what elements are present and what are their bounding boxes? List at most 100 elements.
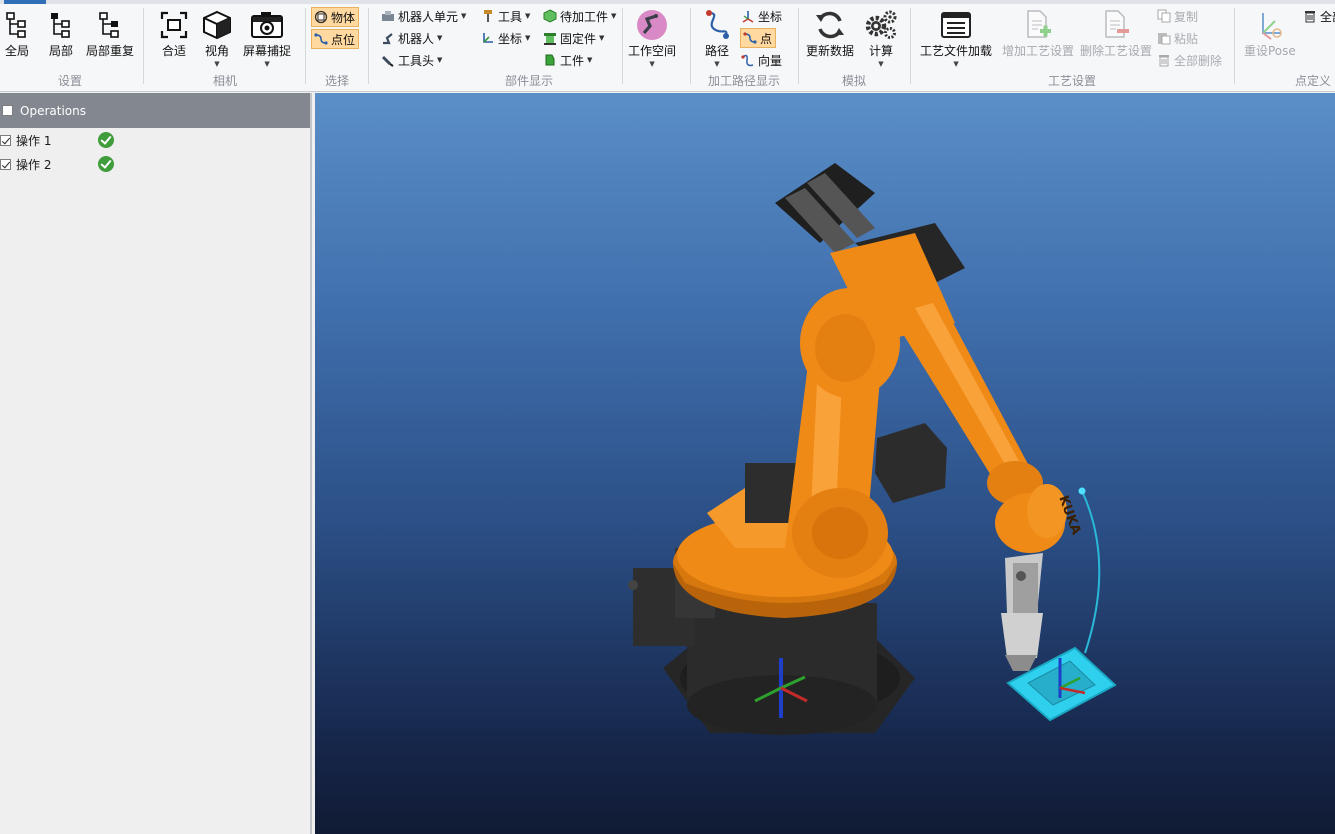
operations-panel: Operations 操作 1 操作 2	[0, 93, 312, 834]
path-icon	[702, 8, 732, 42]
chevron-down-icon: ▼	[714, 60, 720, 68]
compute-label: 计算	[868, 44, 893, 58]
select-point-button[interactable]: 点位	[311, 29, 360, 49]
3d-viewport[interactable]: KUKA	[315, 93, 1335, 834]
group-label-settings: 设置	[57, 74, 82, 88]
tool-label: 工具	[498, 9, 523, 24]
select-object-button[interactable]: 物体	[311, 7, 360, 27]
delete-process-setting-button[interactable]: 删除工艺设置	[1080, 8, 1152, 59]
group-simulate: 更新数据 计算 ▼ 模拟	[800, 4, 908, 90]
chevron-down-icon: ▼	[878, 60, 884, 68]
group-settings: 全局 局部 局部重复 设置	[0, 4, 140, 90]
coordinate-label: 坐标	[498, 31, 523, 46]
local-repeat-label: 局部重复	[86, 44, 135, 58]
path-coordinate-button[interactable]: 坐标	[740, 6, 782, 26]
global-label: 全局	[4, 44, 29, 58]
workspace-label: 工作空间	[628, 44, 677, 58]
tool-head-button[interactable]: 工具头 ▼	[380, 50, 442, 70]
local-button[interactable]: 局部	[48, 8, 74, 59]
tool-icon	[480, 8, 496, 24]
cube-view-icon	[201, 8, 233, 42]
path-point-button[interactable]: 点	[740, 28, 777, 48]
operation-checkbox[interactable]	[0, 158, 11, 170]
view-angle-label: 视角	[204, 44, 229, 58]
path-label: 路径	[704, 44, 729, 58]
workspace-button[interactable]: 工作空间 ▼	[628, 8, 676, 68]
refresh-icon	[814, 8, 846, 42]
group-label-path-display: 加工路径显示	[707, 74, 780, 88]
local-label: 局部	[48, 44, 73, 58]
add-process-setting-button[interactable]: 增加工艺设置	[1002, 8, 1074, 59]
tool-head-label: 工具头	[398, 53, 435, 68]
path-vector-button[interactable]: 向量	[740, 50, 782, 70]
clear-all-label: 全部	[1320, 9, 1335, 24]
robot-cell-label: 机器人单元	[398, 9, 459, 24]
delete-process-setting-label: 删除工艺设置	[1080, 44, 1153, 58]
ribbon-toolbar: 全局 局部 局部重复 设置 合适 视角 ▼ 屏幕捕捉 ▼ 相机 物体 点位 选择…	[0, 0, 1335, 92]
chevron-down-icon: ▼	[953, 60, 959, 68]
group-label-component-display: 部件显示	[504, 74, 553, 88]
tool-button[interactable]: 工具 ▼	[480, 6, 530, 26]
fit-label: 合适	[161, 44, 186, 58]
global-button[interactable]: 全局	[4, 8, 30, 59]
chevron-down-icon: ▼	[437, 56, 443, 64]
separator	[690, 8, 691, 84]
select-object-label: 物体	[331, 10, 356, 25]
reset-pose-icon	[1255, 8, 1285, 42]
group-label-process-settings: 工艺设置	[1047, 74, 1096, 88]
group-process-settings: 工艺文件加载 ▼ 增加工艺设置 删除工艺设置 复制 粘贴 全部删除 工艺设置	[912, 4, 1232, 90]
copy-icon	[1156, 8, 1172, 24]
fit-button[interactable]: 合适	[159, 8, 189, 59]
chevron-down-icon: ▼	[649, 60, 655, 68]
operation-checkbox[interactable]	[0, 134, 11, 146]
workspace-icon	[635, 8, 669, 42]
paste-label: 粘贴	[1174, 31, 1199, 46]
robot-cell-button[interactable]: 机器人单元 ▼	[380, 6, 466, 26]
path-coordinate-label: 坐标	[758, 9, 783, 24]
chevron-down-icon: ▼	[264, 60, 270, 68]
workpiece-icon	[542, 52, 558, 68]
axes-icon	[740, 8, 756, 24]
clear-all-button[interactable]: 全部	[1302, 6, 1335, 26]
pending-workpiece-button[interactable]: 待加工件 ▼	[542, 6, 616, 26]
object-select-icon	[313, 9, 329, 25]
screenshot-button[interactable]: 屏幕捕捉 ▼	[243, 8, 291, 68]
copy-button[interactable]: 复制	[1156, 6, 1198, 26]
local-repeat-button[interactable]: 局部重复	[86, 8, 134, 59]
update-data-button[interactable]: 更新数据	[806, 8, 854, 59]
vector-icon	[740, 52, 756, 68]
copy-label: 复制	[1174, 9, 1199, 24]
delete-all-button[interactable]: 全部删除	[1156, 50, 1222, 70]
path-button[interactable]: 路径 ▼	[702, 8, 732, 68]
tree-local-icon	[48, 8, 74, 42]
compute-button[interactable]: 计算 ▼	[864, 8, 898, 68]
delete-all-label: 全部删除	[1174, 53, 1223, 68]
operation-row[interactable]: 操作 1	[0, 128, 310, 152]
paste-button[interactable]: 粘贴	[1156, 28, 1198, 48]
robot-button[interactable]: 机器人 ▼	[380, 28, 442, 48]
tree-global-icon	[4, 8, 30, 42]
workpiece-button[interactable]: 工件 ▼	[542, 50, 592, 70]
coordinate-button[interactable]: 坐标 ▼	[480, 28, 530, 48]
operations-title: Operations	[20, 103, 86, 118]
delete-document-icon	[1101, 8, 1131, 42]
operation-row[interactable]: 操作 2	[0, 152, 310, 176]
chevron-down-icon: ▼	[437, 34, 443, 42]
fixture-icon	[542, 30, 558, 46]
fixture-label: 固定件	[560, 31, 597, 46]
operations-select-all-checkbox[interactable]	[2, 105, 13, 116]
separator	[143, 8, 144, 84]
pending-workpiece-icon	[542, 8, 558, 24]
load-process-file-label: 工艺文件加载	[920, 44, 993, 58]
workpiece-label: 工件	[560, 53, 585, 68]
group-label-camera: 相机	[212, 74, 237, 88]
group-label-point-definition: 点定义	[1294, 74, 1331, 88]
fixture-button[interactable]: 固定件 ▼	[542, 28, 604, 48]
robot-label: 机器人	[398, 31, 435, 46]
reset-pose-button[interactable]: 重设Pose	[1244, 8, 1296, 59]
load-process-file-button[interactable]: 工艺文件加载 ▼	[920, 8, 992, 68]
trash-icon	[1302, 8, 1318, 24]
view-angle-button[interactable]: 视角 ▼	[201, 8, 233, 68]
operation-label: 操作 1	[16, 133, 52, 148]
update-data-label: 更新数据	[806, 44, 855, 58]
